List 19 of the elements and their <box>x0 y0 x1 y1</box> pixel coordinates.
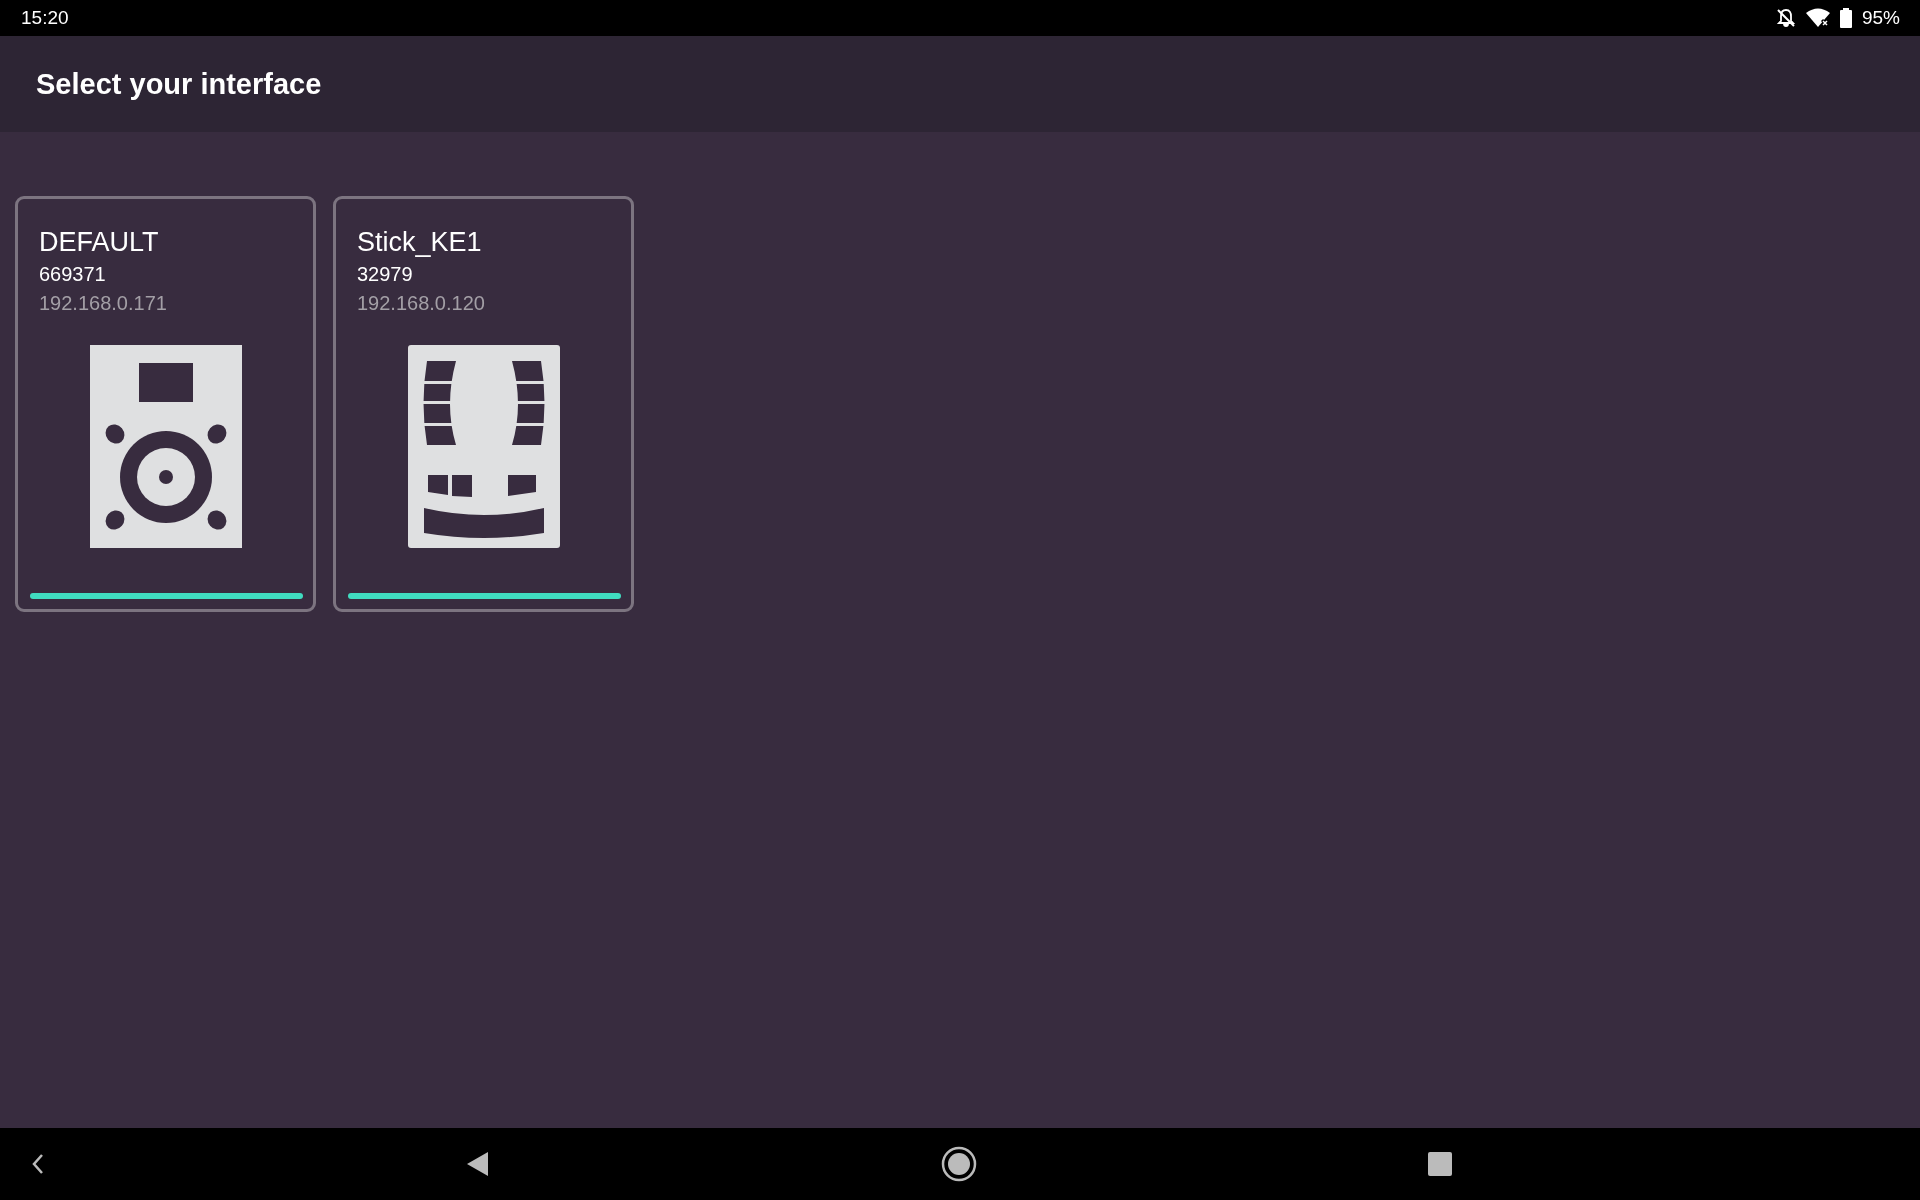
wifi-icon <box>1805 8 1830 28</box>
battery-icon <box>1839 8 1852 28</box>
home-icon[interactable] <box>941 1146 977 1182</box>
controller-icon <box>407 345 560 548</box>
clock: 15:20 <box>21 7 69 29</box>
chevron-left-icon[interactable] <box>30 1152 46 1176</box>
interface-id: 669371 <box>39 262 107 287</box>
interface-name: DEFAULT <box>39 226 160 259</box>
bell-off-icon <box>1775 8 1796 28</box>
back-icon[interactable] <box>466 1151 490 1177</box>
interface-name: Stick_KE1 <box>357 226 483 259</box>
ip-address: 192.168.0.171 <box>39 291 168 316</box>
page-title: Select your interface <box>36 67 322 101</box>
interface-id: 32979 <box>357 262 414 287</box>
interface-card[interactable]: Stick_KE1 32979 192.168.0.120 <box>333 196 634 612</box>
ip-address: 192.168.0.120 <box>357 291 486 316</box>
speaker-icon <box>89 345 242 548</box>
battery-percent: 95% <box>1861 7 1900 29</box>
interface-card[interactable]: DEFAULT 669371 192.168.0.171 <box>15 196 316 612</box>
